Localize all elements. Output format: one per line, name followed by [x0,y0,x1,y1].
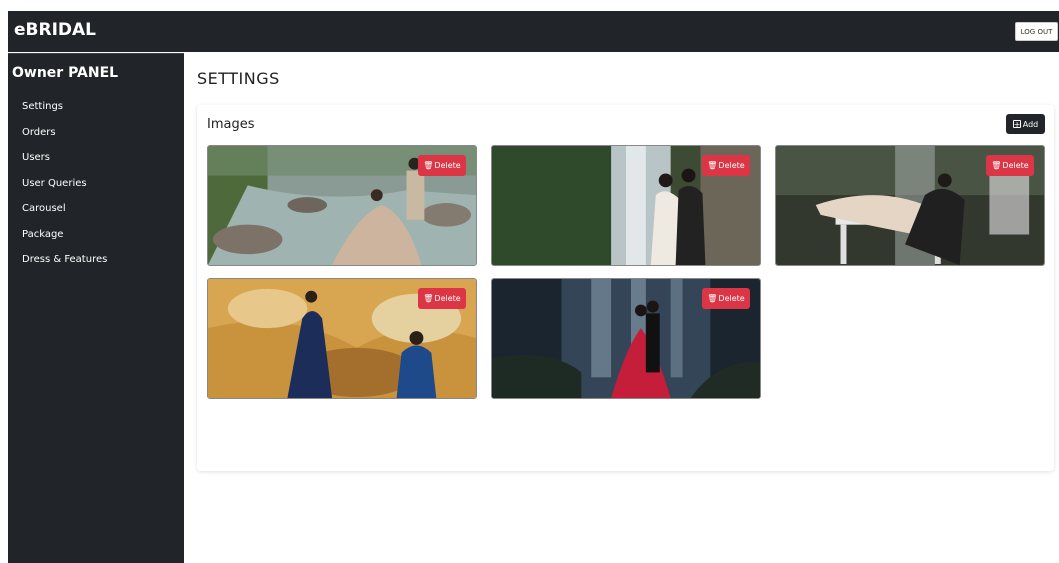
main-content: SETTINGS Images + Add 🗑 Delete 🗑 Delete … [184,53,1059,562]
sidebar-item-settings[interactable]: Settings [22,100,107,126]
delete-label: Delete [434,161,461,170]
card-title: Images [207,117,255,132]
sidebar-item-user-queries[interactable]: User Queries [22,177,107,203]
images-card: Images + Add 🗑 Delete 🗑 Delete 🗑 Delete … [197,105,1054,471]
delete-label: Delete [434,294,461,303]
page-title: SETTINGS [197,69,280,88]
delete-label: Delete [718,294,745,303]
gallery-image-2: 🗑 Delete [491,145,761,266]
sidebar-item-package[interactable]: Package [22,228,107,254]
logout-button[interactable]: LOG OUT [1015,22,1058,41]
gallery-image-4: 🗑 Delete [207,278,477,399]
delete-image-button[interactable]: 🗑 Delete [418,155,466,176]
sidebar-item-users[interactable]: Users [22,151,107,177]
trash-icon: 🗑 [423,294,434,303]
brand-logo[interactable]: eBRIDAL [14,20,96,40]
delete-label: Delete [1002,161,1029,170]
add-image-button[interactable]: + Add [1006,114,1045,134]
sidebar: Owner PANEL Settings Orders Users User Q… [8,53,184,563]
sidebar-item-orders[interactable]: Orders [22,126,107,152]
delete-label: Delete [718,161,745,170]
add-label: Add [1022,119,1039,129]
plus-icon: + [1012,120,1021,129]
trash-icon: 🗑 [707,161,718,170]
trash-icon: 🗑 [707,294,718,303]
sidebar-item-carousel[interactable]: Carousel [22,202,107,228]
delete-image-button[interactable]: 🗑 Delete [418,288,466,309]
trash-icon: 🗑 [991,161,1002,170]
sidebar-item-dress-features[interactable]: Dress & Features [22,253,107,279]
delete-image-button[interactable]: 🗑 Delete [986,155,1034,176]
sidebar-title: Owner PANEL [12,65,119,81]
delete-image-button[interactable]: 🗑 Delete [702,155,750,176]
delete-image-button[interactable]: 🗑 Delete [702,288,750,309]
gallery-image-5: 🗑 Delete [491,278,761,399]
gallery-image-1: 🗑 Delete [207,145,477,266]
trash-icon: 🗑 [423,161,434,170]
top-navbar: eBRIDAL LOG OUT [8,11,1059,52]
gallery-image-3: 🗑 Delete [775,145,1045,266]
sidebar-nav: Settings Orders Users User Queries Carou… [22,100,107,279]
